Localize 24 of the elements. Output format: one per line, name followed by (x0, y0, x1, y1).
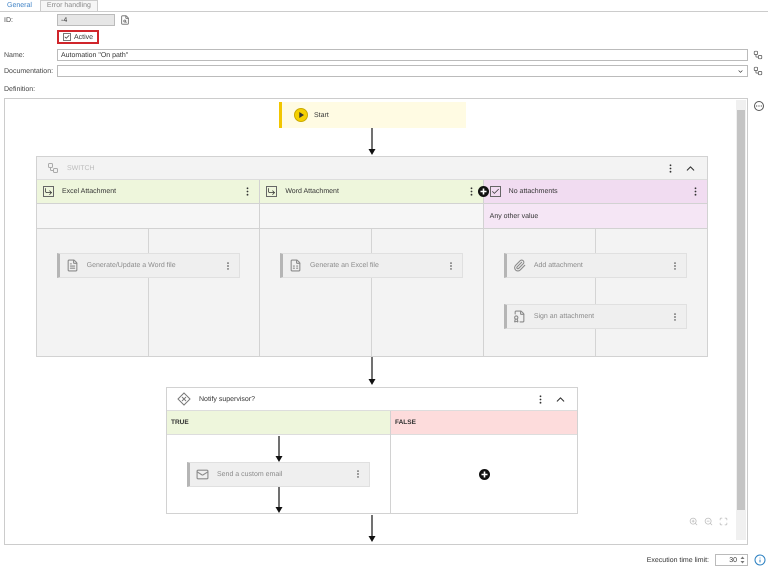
spinner-arrows-icon[interactable] (740, 556, 745, 564)
flow-arrow (274, 486, 282, 512)
branch-icon (266, 186, 278, 197)
check-icon (490, 186, 501, 197)
info-icon[interactable] (754, 554, 766, 566)
switch-icon (47, 162, 59, 174)
certificate-file-icon (512, 310, 526, 323)
dropdown-caret-icon[interactable] (737, 68, 744, 74)
spreadsheet-icon (288, 259, 302, 272)
check-icon (64, 33, 70, 41)
add-step-icon[interactable] (478, 468, 490, 480)
mail-icon (196, 468, 209, 480)
play-icon (294, 108, 308, 122)
flow-arrow (274, 436, 282, 462)
file-search-icon[interactable] (120, 15, 130, 25)
flow-arrow (368, 515, 376, 542)
options-icon[interactable] (754, 101, 764, 111)
branch-icon (43, 186, 54, 197)
flow-arrow (368, 128, 376, 155)
flow-arrow (368, 357, 376, 385)
decision-icon (177, 392, 191, 406)
document-icon (66, 259, 79, 272)
paperclip-icon (512, 259, 526, 272)
add-branch-icon[interactable] (478, 186, 489, 197)
